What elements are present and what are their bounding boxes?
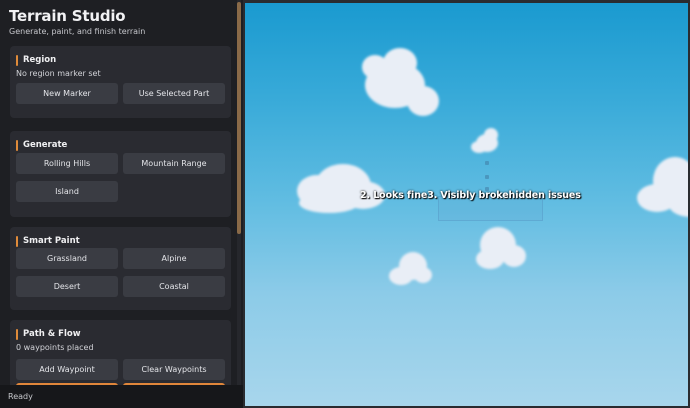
desert-button[interactable]: Desert: [16, 276, 118, 297]
region-section: Region No region marker set New Marker U…: [10, 46, 231, 118]
mountain-range-button[interactable]: Mountain Range: [123, 153, 225, 174]
grassland-button[interactable]: Grassland: [16, 248, 118, 269]
rolling-hills-button[interactable]: Rolling Hills: [16, 153, 118, 174]
path-flow-title: Path & Flow: [23, 329, 81, 339]
cloud-shape: [471, 128, 498, 153]
region-status: No region marker set: [16, 69, 101, 78]
status-bar: Ready: [0, 385, 243, 408]
section-accent-bar: [16, 139, 18, 151]
path-flow-section: Path & Flow 0 waypoints placed Add Waypo…: [10, 320, 231, 385]
app-title: Terrain Studio: [9, 7, 126, 25]
clear-waypoints-button[interactable]: Clear Waypoints: [123, 359, 225, 380]
smart-paint-header: Smart Paint: [16, 235, 80, 247]
cloud-shape: [389, 252, 432, 285]
cloud-shape: [637, 157, 688, 217]
add-waypoint-button[interactable]: Add Waypoint: [16, 359, 118, 380]
cloud-shape: [476, 227, 526, 269]
island-button[interactable]: Island: [16, 181, 118, 202]
generate-section: Generate Rolling Hills Mountain Range Is…: [10, 131, 231, 217]
panel-scroll-area[interactable]: Terrain Studio Generate, paint, and fini…: [0, 0, 243, 385]
smart-paint-title: Smart Paint: [23, 236, 80, 246]
alpine-button[interactable]: Alpine: [123, 248, 225, 269]
generate-title: Generate: [23, 140, 68, 150]
smart-paint-section: Smart Paint Grassland Alpine Desert Coas…: [10, 227, 231, 310]
viewport-overlay-text: 2. Looks fine3. Visibly brokehidden issu…: [360, 190, 581, 201]
section-accent-bar: [16, 328, 18, 340]
region-title: Region: [23, 55, 57, 65]
generate-header: Generate: [16, 139, 67, 151]
cloud-shape: [362, 48, 439, 116]
waypoint-count: 0 waypoints placed: [16, 343, 94, 352]
cloud-shape: [297, 164, 385, 213]
coastal-button[interactable]: Coastal: [123, 276, 225, 297]
waypoint-marker: [485, 161, 489, 165]
waypoint-marker: [485, 175, 489, 179]
use-selected-part-button[interactable]: Use Selected Part: [123, 83, 225, 104]
new-marker-button[interactable]: New Marker: [16, 83, 118, 104]
section-accent-bar: [16, 54, 18, 66]
terrain-studio-panel: Terrain Studio Generate, paint, and fini…: [0, 0, 243, 408]
section-accent-bar: [16, 235, 18, 247]
scene-viewport[interactable]: 2. Looks fine3. Visibly brokehidden issu…: [245, 3, 688, 406]
region-header: Region: [16, 54, 56, 66]
path-flow-header: Path & Flow: [16, 328, 81, 340]
status-text: Ready: [8, 392, 33, 401]
app-subtitle: Generate, paint, and finish terrain: [9, 27, 146, 36]
panel-scrollbar-thumb[interactable]: [237, 2, 241, 234]
